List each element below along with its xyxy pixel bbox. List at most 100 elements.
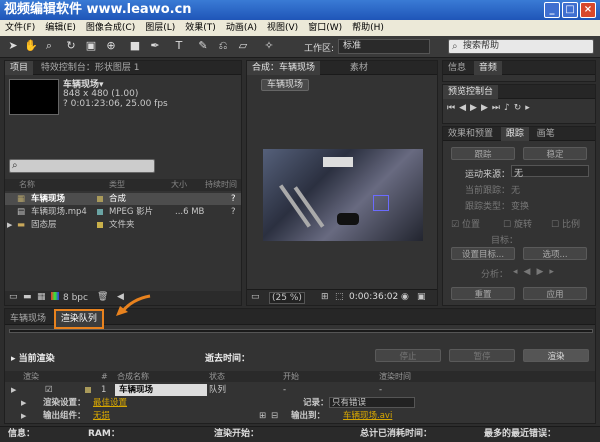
- track-button[interactable]: 跟踪: [451, 147, 515, 160]
- remove-output-icon[interactable]: ⊟: [271, 410, 278, 422]
- render-checkbox[interactable]: ☑: [45, 384, 53, 396]
- tab-effect-controls[interactable]: 特效控制台：形状图层 1: [36, 61, 145, 75]
- col-duration[interactable]: 持续时间: [205, 179, 237, 191]
- stop-button[interactable]: 停止: [375, 349, 441, 362]
- expand-arrow-icon[interactable]: ▶: [21, 397, 26, 409]
- analyze-back-icon[interactable]: ◀: [524, 267, 537, 277]
- eraser-tool-icon[interactable]: ▱: [236, 39, 250, 53]
- current-track-select[interactable]: 无: [511, 183, 520, 196]
- shape-tool-icon[interactable]: ■: [128, 39, 142, 53]
- stabilize-button[interactable]: 稳定: [523, 147, 587, 160]
- tab-timeline[interactable]: 车辆现场: [5, 311, 51, 327]
- render-button[interactable]: 渲染: [523, 349, 589, 362]
- output-to-value[interactable]: 车辆现场.avi: [343, 410, 392, 422]
- col-comp-name[interactable]: 合成名称: [117, 371, 149, 382]
- menu-file[interactable]: 文件(F): [0, 20, 40, 36]
- puppet-pin-icon[interactable]: ✧: [262, 39, 276, 53]
- reset-button[interactable]: 重置: [451, 287, 515, 300]
- menu-layer[interactable]: 图层(L): [140, 20, 180, 36]
- clone-stamp-icon[interactable]: ⎌: [216, 39, 230, 53]
- apply-button[interactable]: 应用: [523, 287, 587, 300]
- col-size[interactable]: 大小: [171, 179, 187, 191]
- tab-render-queue[interactable]: 渲染队列: [53, 309, 104, 329]
- search-help-input[interactable]: 搜索帮助: [448, 39, 594, 54]
- pan-behind-tool-icon[interactable]: ⊕: [104, 39, 118, 53]
- bpc-label[interactable]: 8 bpc: [63, 293, 88, 303]
- zoom-select[interactable]: (25 %): [269, 292, 305, 304]
- brush-tool-icon[interactable]: ✎: [196, 39, 210, 53]
- list-item[interactable]: ▦ 车辆现场 合成 ?: [5, 193, 241, 205]
- options-button[interactable]: 选项...: [523, 247, 587, 260]
- selection-tool-icon[interactable]: ➤: [6, 39, 20, 53]
- col-render-time[interactable]: 渲染时间: [379, 371, 411, 382]
- menu-composition[interactable]: 图像合成(C): [81, 20, 140, 36]
- scale-checkbox[interactable]: ☐ 比例: [551, 217, 580, 230]
- col-start[interactable]: 开始: [283, 371, 299, 382]
- ram-preview-icon[interactable]: ▸: [525, 103, 534, 113]
- new-folder-icon[interactable]: ▬: [23, 292, 32, 302]
- add-output-icon[interactable]: ⊞: [259, 410, 266, 422]
- expand-arrow-icon[interactable]: ▶: [11, 384, 16, 396]
- interpret-footage-icon[interactable]: ▭: [9, 292, 18, 302]
- rotate-tool-icon[interactable]: ↻: [64, 39, 78, 53]
- always-preview-icon[interactable]: ▭: [251, 292, 260, 302]
- maximize-button[interactable]: □: [562, 2, 578, 18]
- menu-view[interactable]: 视图(V): [262, 20, 303, 36]
- new-comp-icon[interactable]: ▦: [37, 292, 46, 302]
- motion-source-select[interactable]: 无: [511, 165, 589, 179]
- tab-audio[interactable]: 音频: [473, 61, 502, 75]
- set-target-button[interactable]: 设置目标...: [451, 247, 515, 260]
- trash-icon[interactable]: 🗑: [97, 292, 108, 302]
- tab-composition[interactable]: 合成：车辆现场: [247, 61, 321, 75]
- list-item[interactable]: ▶ ▬ 固态层 文件夹: [5, 219, 241, 231]
- list-item[interactable]: ▤ 车辆现场.mp4 MPEG 影片 ...6 MB ?: [5, 206, 241, 218]
- first-frame-icon[interactable]: ⏮: [447, 103, 459, 113]
- tab-preview[interactable]: 预览控制台: [443, 85, 499, 99]
- col-type[interactable]: 类型: [109, 179, 125, 191]
- menu-help[interactable]: 帮助(H): [347, 20, 389, 36]
- analyze-forward-frame-icon[interactable]: ▸: [549, 267, 560, 277]
- table-row[interactable]: ▶ ☑ 1 车辆现场 队列 - -: [5, 384, 595, 396]
- hand-tool-icon[interactable]: ✋: [24, 39, 38, 53]
- track-point[interactable]: [373, 195, 389, 211]
- rotation-checkbox[interactable]: ☐ 旋转: [503, 217, 532, 230]
- tab-info[interactable]: 信息: [443, 61, 471, 75]
- col-num[interactable]: #: [101, 371, 108, 382]
- snapshot-icon[interactable]: ◉: [401, 292, 409, 302]
- analyze-forward-icon[interactable]: ▶: [536, 267, 549, 277]
- pause-button[interactable]: 暂停: [449, 349, 515, 362]
- mask-icon[interactable]: ⬚: [335, 292, 344, 302]
- analyze-back-frame-icon[interactable]: ◂: [513, 267, 524, 277]
- timecode[interactable]: 0:00:36:02: [349, 292, 398, 302]
- prev-frame-icon[interactable]: ◀: [459, 103, 470, 113]
- pen-tool-icon[interactable]: ✒: [148, 39, 162, 53]
- menu-animation[interactable]: 动画(A): [221, 20, 262, 36]
- expand-arrow-icon[interactable]: ▶: [21, 410, 26, 422]
- comp-breadcrumb[interactable]: 车辆现场: [261, 79, 310, 91]
- col-status[interactable]: 状态: [209, 371, 225, 382]
- minimize-button[interactable]: _: [544, 2, 560, 18]
- play-icon[interactable]: ▶: [470, 103, 481, 113]
- project-search-input[interactable]: ⌕: [9, 159, 155, 173]
- col-name[interactable]: 名称: [19, 179, 35, 191]
- tab-brush[interactable]: 画笔: [532, 127, 560, 141]
- last-frame-icon[interactable]: ⏭: [492, 103, 504, 113]
- tab-effects-presets[interactable]: 效果和预置: [443, 127, 498, 141]
- tab-project[interactable]: 项目: [5, 61, 34, 75]
- show-snapshot-icon[interactable]: ▣: [417, 292, 426, 302]
- close-button[interactable]: ×: [580, 2, 596, 18]
- tab-tracker[interactable]: 跟踪: [500, 127, 529, 141]
- zoom-tool-icon[interactable]: ⌕: [42, 39, 56, 53]
- position-checkbox[interactable]: ☑ 位置: [451, 217, 480, 230]
- menu-window[interactable]: 窗口(W): [303, 20, 347, 36]
- camera-tool-icon[interactable]: ▣: [84, 39, 98, 53]
- workspace-select[interactable]: 标准: [338, 39, 430, 54]
- tab-footage[interactable]: 素材: [345, 61, 373, 75]
- text-tool-icon[interactable]: T: [172, 39, 186, 53]
- menu-edit[interactable]: 编辑(E): [40, 20, 81, 36]
- log-select[interactable]: 只有错误: [329, 397, 415, 408]
- render-settings-value[interactable]: 最佳设置: [93, 397, 127, 409]
- grid-icon[interactable]: ⊞: [321, 292, 329, 302]
- output-module-value[interactable]: 无损: [93, 410, 110, 422]
- menu-effect[interactable]: 效果(T): [180, 20, 221, 36]
